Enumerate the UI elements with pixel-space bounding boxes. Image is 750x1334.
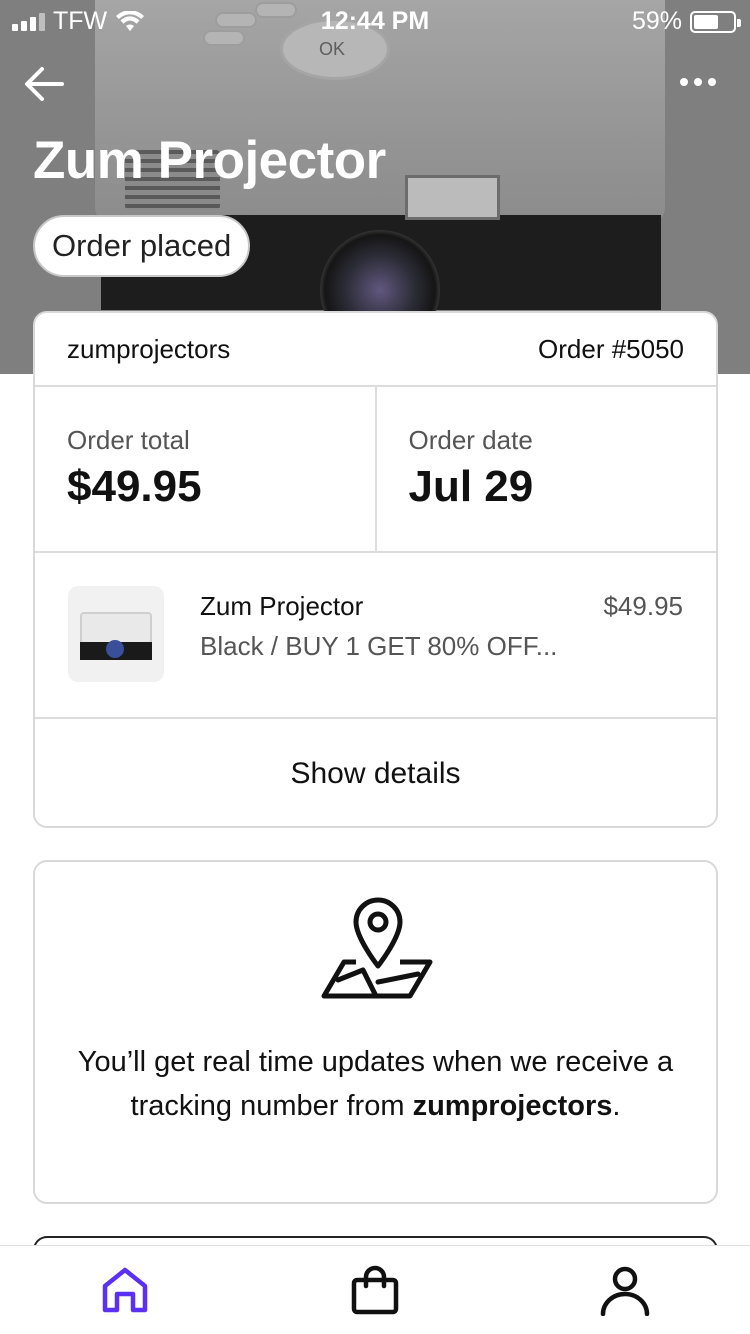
nav-home[interactable] [95, 1260, 155, 1320]
more-dot [708, 78, 716, 86]
shopping-bag-icon [351, 1265, 399, 1315]
back-button[interactable] [22, 62, 66, 106]
order-line-item[interactable]: Zum Projector Black / BUY 1 GET 80% OFF.… [35, 553, 716, 719]
order-total-value: $49.95 [67, 462, 202, 511]
nav-shop[interactable] [345, 1260, 405, 1320]
more-dot [694, 78, 702, 86]
product-thumbnail [68, 586, 164, 682]
show-details-button[interactable]: Show details [35, 719, 716, 826]
item-name: Zum Projector [200, 591, 364, 621]
order-date-label: Order date [408, 425, 533, 455]
tracking-info-card: You’ll get real time updates when we rec… [33, 860, 718, 1204]
item-variant: Black / BUY 1 GET 80% OFF... [200, 631, 558, 661]
order-date-value: Jul 29 [408, 462, 534, 511]
more-dot [680, 78, 688, 86]
item-price: $49.95 [603, 591, 683, 621]
battery-percent: 59% [631, 7, 682, 35]
page-title: Zum Projector [33, 131, 386, 190]
battery-icon [690, 10, 741, 33]
order-number: Order #5050 [538, 333, 684, 364]
bottom-nav [0, 1245, 750, 1334]
home-icon [102, 1267, 148, 1313]
tracking-message: You’ll get real time updates when we rec… [75, 1040, 676, 1128]
order-stats: Order total $49.95 Order date Jul 29 [35, 387, 716, 553]
tracking-message-end: . [612, 1090, 621, 1122]
nav-account[interactable] [595, 1260, 655, 1320]
user-icon [600, 1266, 650, 1316]
order-status-badge: Order placed [33, 215, 251, 277]
order-total-label: Order total [67, 425, 190, 455]
more-options-button[interactable] [680, 72, 720, 92]
arrow-left-icon [25, 67, 64, 101]
order-date: Order date Jul 29 [374, 387, 717, 551]
map-pin-icon [321, 897, 433, 999]
store-name: zumprojectors [67, 333, 231, 364]
order-summary-card: zumprojectors Order #5050 Order total $4… [33, 311, 718, 828]
order-total: Order total $49.95 [35, 387, 375, 551]
status-bar: TFW 12:44 PM 59% [0, 0, 750, 40]
order-card-header: zumprojectors Order #5050 [35, 313, 716, 387]
tracking-store-name: zumprojectors [412, 1090, 613, 1122]
